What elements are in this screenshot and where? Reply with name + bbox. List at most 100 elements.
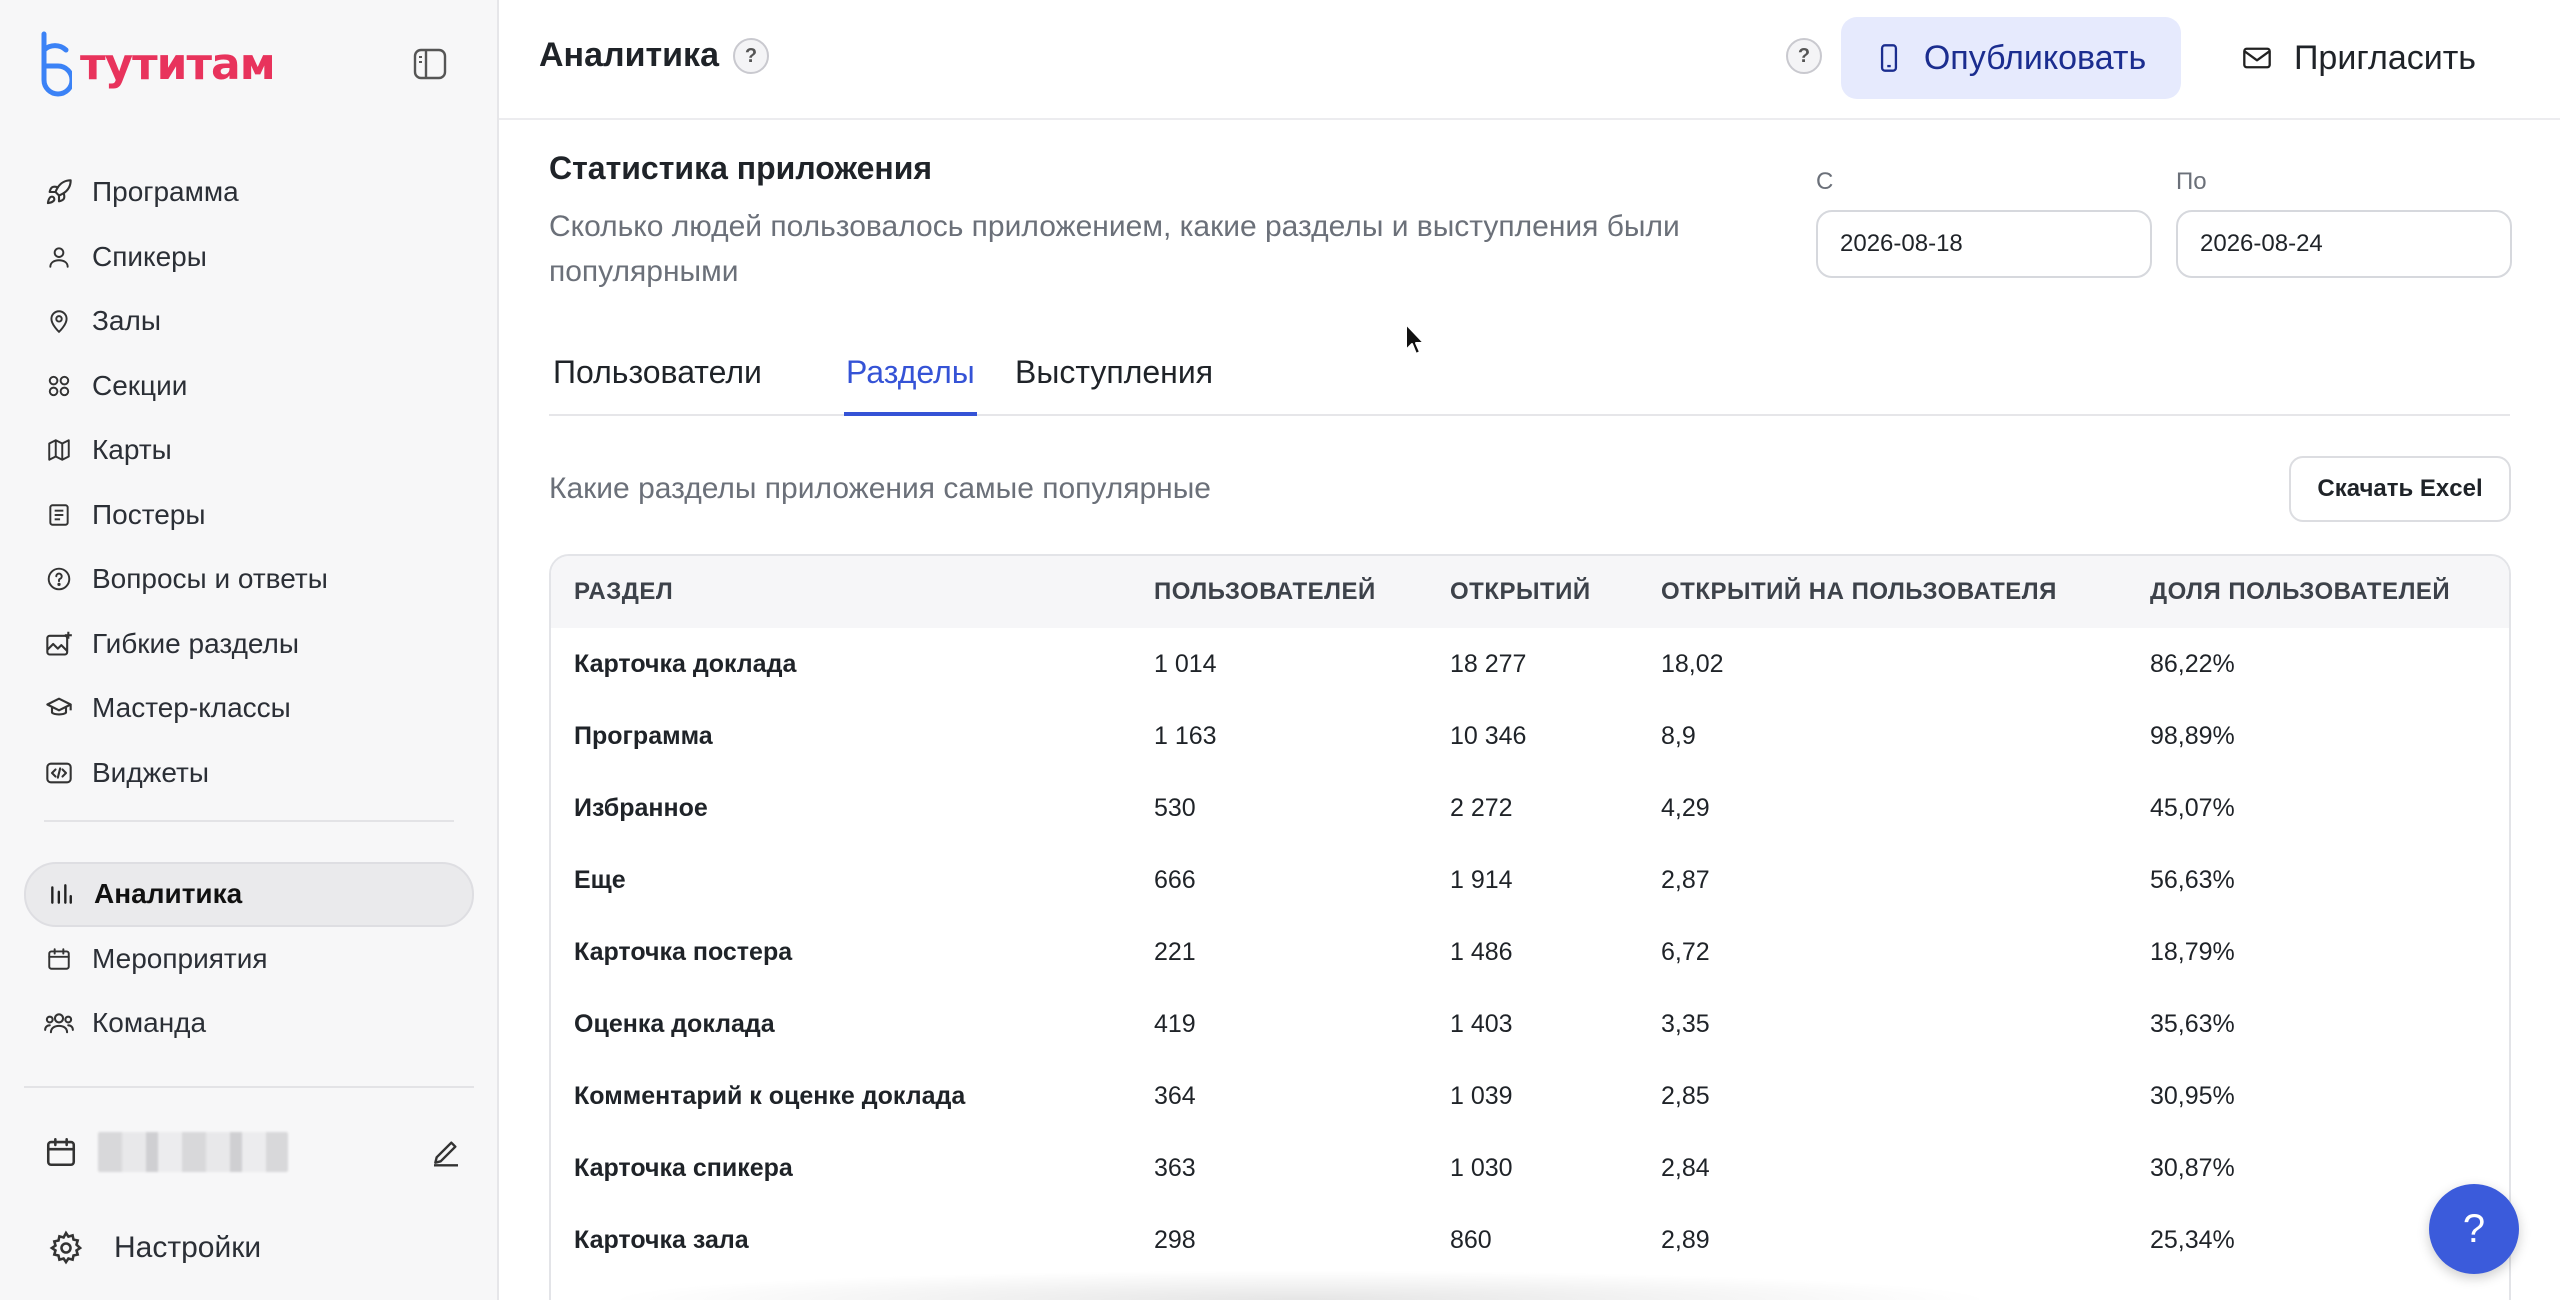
logo-mark-icon xyxy=(41,31,72,97)
column-header-opens[interactable]: ОТКРЫТИЙ xyxy=(1427,556,1638,628)
collapse-sidebar-button[interactable] xyxy=(410,44,450,84)
publish-label: Опубликовать xyxy=(1923,38,2147,77)
page-help-button[interactable]: ? xyxy=(733,38,769,74)
table-subtitle: Какие разделы приложения самые популярны… xyxy=(549,472,1211,505)
cell-users: 1 163 xyxy=(1154,721,1217,750)
table-row: Карточка зала 298 860 2,89 25,34% xyxy=(551,1204,2509,1276)
cell-user-share: 98,89% xyxy=(2150,721,2235,750)
section-title: Статистика приложения xyxy=(549,150,933,186)
column-header-user-share[interactable]: ДОЛЯ ПОЛЬЗОВАТЕЛЕЙ xyxy=(2127,556,2509,628)
main-content: Статистика приложения Сколько людей поль… xyxy=(499,122,2560,1300)
sidebar-item-label: Мероприятия xyxy=(92,942,268,974)
sections-table: РАЗДЕЛ ПОЛЬЗОВАТЕЛЕЙ ОТКРЫТИЙ ОТКРЫТИЙ Н… xyxy=(549,554,2511,1300)
cell-users: 364 xyxy=(1154,1081,1196,1110)
header-help-button[interactable]: ? xyxy=(1786,38,1822,74)
cell-section: Избранное xyxy=(574,793,708,822)
sidebar-item-program[interactable]: Программа xyxy=(24,160,474,225)
tab-sections[interactable]: Разделы xyxy=(844,342,977,416)
column-header-users[interactable]: ПОЛЬЗОВАТЕЛЕЙ xyxy=(1131,556,1427,628)
document-icon xyxy=(44,500,74,530)
bar-chart-icon xyxy=(46,879,76,909)
sidebar-item-label: Постеры xyxy=(92,498,206,530)
sidebar-item-label: Секции xyxy=(92,369,188,401)
pencil-icon xyxy=(434,1141,458,1167)
cell-opens-per-user: 2,85 xyxy=(1661,1081,1710,1110)
cell-users: 1 014 xyxy=(1154,649,1217,678)
page-title: Аналитика xyxy=(539,36,719,74)
map-icon xyxy=(44,435,74,465)
cell-opens-per-user: 2,84 xyxy=(1661,1153,1710,1182)
sidebar-item-label: Залы xyxy=(92,305,161,337)
table-row: Карточка постера 221 1 486 6,72 18,79% xyxy=(551,916,2509,988)
cell-user-share: 56,63% xyxy=(2150,865,2235,894)
edit-event-button[interactable] xyxy=(428,1134,464,1170)
cell-section: Карточка спикера xyxy=(574,1153,793,1182)
sidebar-item-widgets[interactable]: Виджеты xyxy=(24,741,474,806)
download-excel-button[interactable]: Скачать Excel xyxy=(2289,456,2511,522)
cell-opens-per-user: 2,89 xyxy=(1661,1225,1710,1254)
tab-users[interactable]: Пользователи xyxy=(551,342,764,416)
sidebar-item-label: Карты xyxy=(92,434,172,466)
calendar-icon xyxy=(44,944,74,974)
sidebar-item-label: Виджеты xyxy=(92,756,209,788)
cell-section: Комментарий к оценке доклада xyxy=(574,1081,966,1110)
table-row: Карточка спикера 363 1 030 2,84 30,87% xyxy=(551,1132,2509,1204)
invite-label: Пригласить xyxy=(2293,38,2477,77)
cell-section: Карточка доклада xyxy=(574,649,797,678)
sidebar-divider xyxy=(24,1086,474,1088)
sidebar-item-team[interactable]: Команда xyxy=(24,991,474,1056)
section-description: Сколько людей пользовалось приложением, … xyxy=(549,210,1680,288)
publish-button[interactable]: Опубликовать xyxy=(1841,17,2181,99)
table-row: Карточка доклада 1 014 18 277 18,02 86,2… xyxy=(551,628,2509,700)
date-from-input[interactable] xyxy=(1816,210,2152,278)
sidebar-item-speakers[interactable]: Спикеры xyxy=(24,225,474,290)
sidebar-item-flexible-sections[interactable]: Гибкие разделы xyxy=(24,612,474,677)
sidebar-item-label: Аналитика xyxy=(94,878,243,910)
date-to-input[interactable] xyxy=(2176,210,2512,278)
sidebar-item-qa[interactable]: Вопросы и ответы xyxy=(24,547,474,612)
users-icon xyxy=(44,1008,74,1038)
invite-button[interactable]: Пригласить xyxy=(2199,17,2519,99)
table-row: Комментарий к оценке доклада 364 1 039 2… xyxy=(551,1060,2509,1132)
sidebar-item-label: Команда xyxy=(92,1007,207,1039)
sidebar-item-halls[interactable]: Залы xyxy=(24,289,474,354)
column-header-section[interactable]: РАЗДЕЛ xyxy=(551,556,1131,628)
cell-users: 530 xyxy=(1154,793,1196,822)
table-row: Программа 1 163 10 346 8,9 98,89% xyxy=(551,700,2509,772)
cell-section: Программа xyxy=(574,721,713,750)
grid-circles-icon xyxy=(44,371,74,401)
current-event[interactable] xyxy=(44,1126,464,1178)
scroll-shadow xyxy=(600,1270,2000,1300)
cell-user-share: 18,79% xyxy=(2150,937,2235,966)
cell-section: Оценка доклада xyxy=(574,1009,775,1038)
sidebar-item-sections[interactable]: Секции xyxy=(24,354,474,419)
settings-link[interactable]: Настройки xyxy=(48,1222,261,1274)
table-row: Избранное 530 2 272 4,29 45,07% xyxy=(551,772,2509,844)
tab-talks[interactable]: Выступления xyxy=(1013,342,1215,416)
app-logo[interactable]: тутитам xyxy=(34,30,276,98)
cell-users: 419 xyxy=(1154,1009,1196,1038)
date-from-label: С xyxy=(1816,168,1834,195)
column-header-opens-per-user[interactable]: ОТКРЫТИЙ НА ПОЛЬЗОВАТЕЛЯ xyxy=(1638,556,2127,628)
gear-icon xyxy=(49,1230,83,1265)
cell-section: Карточка постера xyxy=(574,937,793,966)
table-header-row: РАЗДЕЛ ПОЛЬЗОВАТЕЛЕЙ ОТКРЫТИЙ ОТКРЫТИЙ Н… xyxy=(551,556,2509,628)
cell-users: 221 xyxy=(1154,937,1196,966)
cell-opens-per-user: 3,35 xyxy=(1661,1009,1710,1038)
cell-opens: 18 277 xyxy=(1450,649,1527,678)
event-name-redacted xyxy=(98,1132,288,1172)
sidebar-item-analytics[interactable]: Аналитика xyxy=(24,862,474,927)
help-fab-button[interactable]: ? xyxy=(2429,1184,2519,1274)
cell-user-share: 45,07% xyxy=(2150,793,2235,822)
rocket-icon xyxy=(44,177,74,207)
sidebar-item-masterclasses[interactable]: Мастер-классы xyxy=(24,676,474,741)
image-plus-icon xyxy=(44,629,74,659)
sidebar-item-posters[interactable]: Постеры xyxy=(24,483,474,548)
cell-user-share: 35,63% xyxy=(2150,1009,2235,1038)
sidebar: тутитам Программа Спикеры Залы Секции Ка… xyxy=(0,0,499,1300)
sidebar-nav-secondary: Аналитика Мероприятия Команда xyxy=(24,862,474,1056)
sidebar-item-events[interactable]: Мероприятия xyxy=(24,927,474,992)
sidebar-item-maps[interactable]: Карты xyxy=(24,418,474,483)
sidebar-toggle-icon xyxy=(413,48,447,80)
cell-opens-per-user: 8,9 xyxy=(1661,721,1696,750)
